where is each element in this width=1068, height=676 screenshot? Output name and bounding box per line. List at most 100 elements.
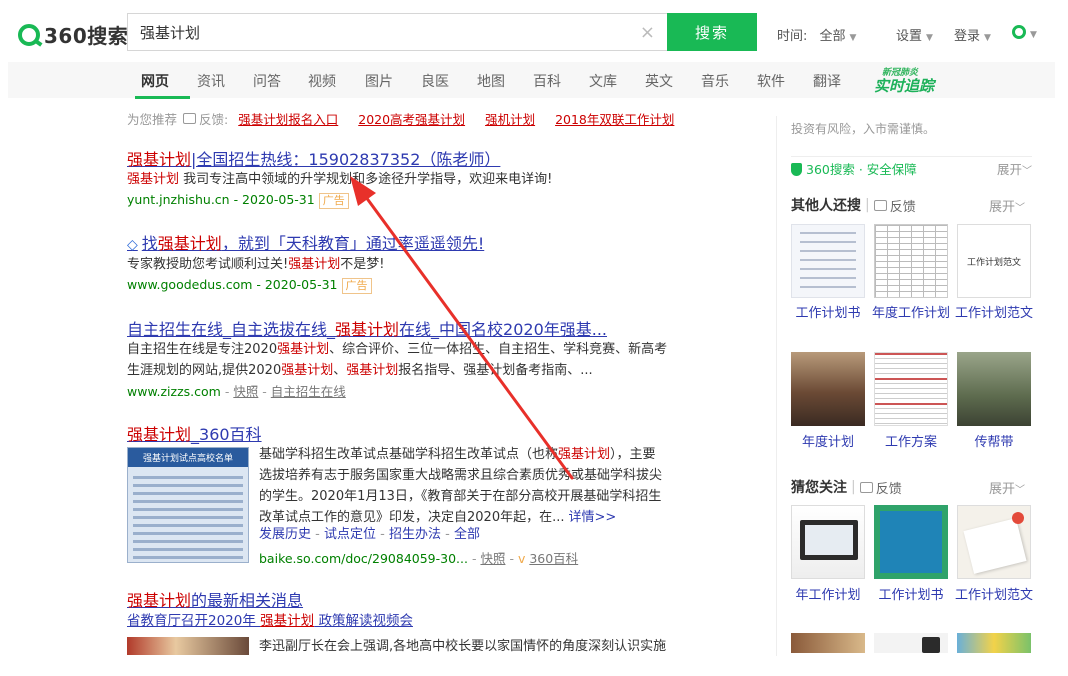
covid-promo[interactable]: 新冠肺炎 实时追踪 xyxy=(866,65,944,95)
logo[interactable]: 360搜索 xyxy=(18,20,128,49)
nav-bar: 网页 资讯 问答 视频 图片 良医 地图 百科 文库 英文 音乐 软件 翻译 新… xyxy=(8,62,1055,99)
result-title[interactable]: 强基计划|全国招生热线：15902837352（陈老师） xyxy=(127,146,500,170)
tab-map[interactable]: 地图 xyxy=(477,71,505,91)
desc-highlight: 强基计划 xyxy=(281,363,334,378)
thumb-label[interactable]: 工作计划范文 xyxy=(954,587,1034,604)
tab-images[interactable]: 图片 xyxy=(365,71,393,91)
tab-news[interactable]: 资讯 xyxy=(197,71,225,91)
thumb-label[interactable]: 年度工作计划 xyxy=(871,305,951,322)
result-title[interactable]: ◇ 找强基计划，就到「天科教育」通过率遥遥领先! xyxy=(127,230,484,254)
result-title[interactable]: 强基计划_360百科 xyxy=(127,421,262,445)
recommend-link[interactable]: 2018年双联工作计划 xyxy=(555,109,674,128)
feedback-link[interactable]: 反馈 xyxy=(890,196,916,215)
expand-button[interactable]: 展开﹀ xyxy=(989,478,1025,497)
thumb-label[interactable]: 年度计划 xyxy=(788,434,868,451)
desc-text: ），主要 xyxy=(610,447,656,462)
desc-text: 基础学科招生改革试点基础学科招生改革试点（也称 xyxy=(259,447,559,462)
thumb-image[interactable] xyxy=(874,633,948,653)
baike-image-body xyxy=(128,467,248,562)
snapshot-link[interactable]: 快照 xyxy=(480,551,505,566)
recommend-link[interactable]: 强机计划 xyxy=(485,109,535,128)
tab-music[interactable]: 音乐 xyxy=(701,71,729,91)
thumb-image[interactable] xyxy=(791,352,865,426)
sublink[interactable]: 招生办法 xyxy=(389,527,441,542)
sublink[interactable]: 全部 xyxy=(454,527,480,542)
thumb-label[interactable]: 工作方案 xyxy=(871,434,951,451)
thumb-image[interactable] xyxy=(791,224,865,298)
chevron-down-icon: ▼ xyxy=(849,33,857,43)
tab-software[interactable]: 软件 xyxy=(757,71,785,91)
search-button[interactable]: 搜索 xyxy=(667,13,757,51)
news-thumbnail[interactable] xyxy=(127,637,249,655)
feedback-link[interactable]: 反馈 xyxy=(876,478,902,497)
site-link[interactable]: 自主招生在线 xyxy=(271,384,346,399)
time-filter[interactable]: 时间: 全部 ▼ xyxy=(777,25,856,44)
desc-highlight: 强基计划 xyxy=(558,447,611,462)
result-desc: 自主招生在线是专注2020强基计划 、综合评价、三位一体招生、自主招生、学科竞赛、… xyxy=(127,339,667,381)
title-highlight: 强基计划 xyxy=(157,234,222,253)
desc-text: 自主招生在线是专注2020 xyxy=(127,342,278,357)
desc-text: 改革试点工作的意见》印发，决定自2020年起，在... xyxy=(259,510,565,525)
settings-dropdown[interactable]: 设置 ▼ xyxy=(896,25,933,44)
more-link[interactable]: 详情>> xyxy=(568,510,616,525)
recommend-link[interactable]: 2020高考强基计划 xyxy=(358,109,465,128)
thumb-label[interactable]: 工作计划范文 xyxy=(954,305,1034,322)
promo-main: 实时追踪 xyxy=(874,77,935,95)
expand-button[interactable]: 展开﹀ xyxy=(989,196,1025,215)
tab-web[interactable]: 网页 xyxy=(141,71,169,91)
ad-badge: 广告 xyxy=(341,278,372,294)
login-dropdown[interactable]: 登录 ▼ xyxy=(954,25,991,44)
source-link[interactable]: 360百科 xyxy=(529,551,578,566)
title-highlight: 强基计划 xyxy=(127,150,192,169)
news-link[interactable]: 省教育厅召开2020年 强基计划 政策解读视频会 xyxy=(127,611,413,632)
time-value[interactable]: 全部 xyxy=(820,29,846,44)
desc-text: 、综合评价、三位一体招生、自主招生、学科竞赛、新高考 xyxy=(329,342,668,357)
result-title[interactable]: 自主招生在线_自主选拔在线_强基计划在线_中国名校2020年强基... xyxy=(127,316,607,340)
thumb-image[interactable] xyxy=(791,505,865,579)
thumb-image[interactable] xyxy=(874,352,948,426)
news-text: 政策解读视频会 xyxy=(314,613,413,629)
thumb-image[interactable] xyxy=(957,505,1031,579)
tab-baike[interactable]: 百科 xyxy=(533,71,561,91)
result-title[interactable]: 强基计划的最新相关消息 xyxy=(127,587,303,611)
result-url: baike.so.com/doc/29084059-30... - 快照 - v… xyxy=(259,551,579,566)
snapshot-link[interactable]: 快照 xyxy=(233,384,258,399)
recommend-link[interactable]: 强基计划报名入口 xyxy=(238,109,338,128)
thumb-image[interactable] xyxy=(957,633,1031,653)
tab-qa[interactable]: 问答 xyxy=(253,71,281,91)
search-query[interactable]: 强基计划 xyxy=(140,22,640,43)
thumb-image[interactable]: 工作计划范文 xyxy=(957,224,1031,298)
feedback-link[interactable]: 反馈: xyxy=(199,109,228,128)
thumb-image[interactable] xyxy=(957,352,1031,426)
brand-circle-icon xyxy=(1012,25,1026,39)
app-menu[interactable]: ▼ xyxy=(1012,25,1037,41)
safety-bar[interactable]: 360搜索 · 安全保障 展开﹀ xyxy=(791,156,1032,178)
thumb-image[interactable] xyxy=(874,505,948,579)
tab-doctor[interactable]: 良医 xyxy=(421,71,449,91)
section-title: 猜您关注 | 反馈 xyxy=(791,478,902,497)
url-text: www.zizzs.com xyxy=(127,384,221,399)
tab-video[interactable]: 视频 xyxy=(308,71,336,91)
title-text: 在线_中国名校2020年强基... xyxy=(399,320,608,339)
tab-translate[interactable]: 翻译 xyxy=(813,71,841,91)
baike-image[interactable]: 强基计划试点高校名单 xyxy=(127,447,249,563)
clear-icon[interactable]: × xyxy=(640,22,655,43)
feedback-icon xyxy=(873,199,887,211)
thumb-label[interactable]: 传帮带 xyxy=(954,434,1034,451)
expand-button[interactable]: 展开﹀ xyxy=(997,159,1032,178)
result-url: www.goodedus.com - 2020-05-31 广告 xyxy=(127,277,372,294)
result-desc: 专家教授助您考试顺利过关!强基计划不是梦! xyxy=(127,254,384,275)
search-input[interactable]: 强基计划 × xyxy=(127,13,667,51)
desc-text: 选拔培养有志于服务国家重大战略需求且综合素质优秀或基础学科拔尖 xyxy=(259,468,663,483)
thumb-label[interactable]: 工作计划书 xyxy=(871,587,951,604)
sublink[interactable]: 试点定位 xyxy=(324,527,376,542)
tab-english[interactable]: 英文 xyxy=(645,71,673,91)
tab-wenku[interactable]: 文库 xyxy=(589,71,617,91)
risk-notice: 投资有风险，入市需谨慎。 xyxy=(791,122,936,136)
thumb-image[interactable] xyxy=(874,224,948,298)
thumb-label[interactable]: 工作计划书 xyxy=(788,305,868,322)
thumb-image[interactable] xyxy=(791,633,865,653)
thumb-label[interactable]: 年工作计划 xyxy=(788,587,868,604)
sublink[interactable]: 发展历史 xyxy=(259,527,311,542)
result-url: yunt.jnzhishu.cn - 2020-05-31 广告 xyxy=(127,192,349,209)
